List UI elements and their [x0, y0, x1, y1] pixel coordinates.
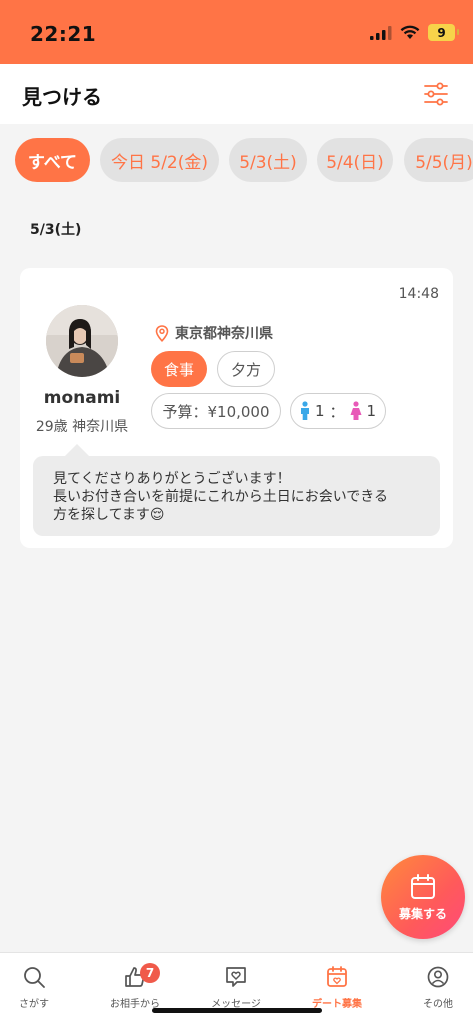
nav-date-recruit[interactable]: デート募集 — [290, 965, 384, 1010]
nav-other[interactable]: その他 — [391, 965, 473, 1010]
date-filter-chips: すべて 今日 5/2(金) 5/3(土) 5/4(日) 5/5(月) — [0, 138, 473, 184]
location-row: 東京都神奈川県 — [155, 323, 273, 343]
chip-today[interactable]: 今日 5/2(金) — [100, 138, 219, 182]
status-time: 22:21 — [30, 22, 97, 46]
user-photo — [46, 305, 118, 377]
message-line: 方を探してます😌 — [53, 507, 165, 523]
budget-tag: 予算：¥10,000 — [151, 393, 281, 429]
gender-count-tag: 1 ： 1 — [290, 393, 386, 429]
bottom-nav: さがす 7 お相手から メッセージ デート募集 その他 — [0, 952, 473, 1024]
chip-5-5[interactable]: 5/5(月) — [404, 138, 473, 182]
post-time: 14:48 — [398, 286, 439, 302]
search-icon — [24, 967, 45, 988]
location-text: 東京都神奈川県 — [175, 326, 273, 342]
profile-icon — [427, 966, 449, 988]
tag-evening: 夕方 — [217, 351, 275, 387]
date-post-card[interactable]: 14:48 monami 29歳 神奈川県 東京都神奈川県 食事 夕方 予算：¥… — [20, 268, 453, 548]
nav-messages[interactable]: メッセージ — [189, 965, 283, 1010]
male-icon — [300, 401, 309, 420]
battery-icon: 9 — [428, 24, 459, 41]
filter-settings-icon[interactable] — [423, 81, 449, 107]
count-separator: ： — [329, 402, 345, 421]
section-date-heading: 5/3(土) — [30, 222, 82, 238]
female-count: 1 — [366, 402, 377, 420]
post-message: 見てくださりありがとうございます！ 長いお付き合いを前提にこれから土日にお会いで… — [33, 444, 440, 536]
notification-badge: 7 — [140, 963, 160, 983]
calendar-heart-icon — [327, 966, 347, 987]
wifi-icon — [400, 25, 420, 39]
status-icons: 9 — [370, 24, 459, 41]
male-count: 1 — [314, 402, 325, 420]
avatar[interactable] — [46, 305, 118, 377]
tag-meal: 食事 — [151, 351, 207, 387]
location-pin-icon — [155, 324, 169, 342]
message-line: 見てくださりありがとうございます！ — [53, 471, 291, 487]
status-bar: 22:21 9 — [0, 0, 473, 64]
home-indicator — [152, 1008, 322, 1013]
female-icon — [350, 401, 361, 420]
chip-5-3[interactable]: 5/3(土) — [229, 138, 307, 182]
chip-all[interactable]: すべて — [15, 138, 90, 182]
username: monami — [43, 388, 121, 408]
nav-label: その他 — [423, 999, 453, 1010]
chip-5-4[interactable]: 5/4(日) — [317, 138, 393, 182]
nav-search[interactable]: さがす — [0, 965, 81, 1010]
nav-label: さがす — [19, 999, 49, 1010]
message-heart-icon — [226, 967, 246, 987]
create-post-button[interactable]: 募集する — [381, 855, 465, 939]
page-header: 見つける — [0, 64, 473, 124]
cellular-signal-icon — [370, 25, 392, 40]
nav-from-partner[interactable]: 7 お相手から — [88, 963, 182, 1010]
message-line: 長いお付き合いを前提にこれから土日にお会いできる — [53, 489, 389, 505]
page-title: 見つける — [22, 85, 102, 109]
create-post-label: 募集する — [398, 906, 447, 921]
user-age-location: 29歳 神奈川県 — [35, 419, 129, 435]
calendar-icon — [411, 873, 435, 899]
